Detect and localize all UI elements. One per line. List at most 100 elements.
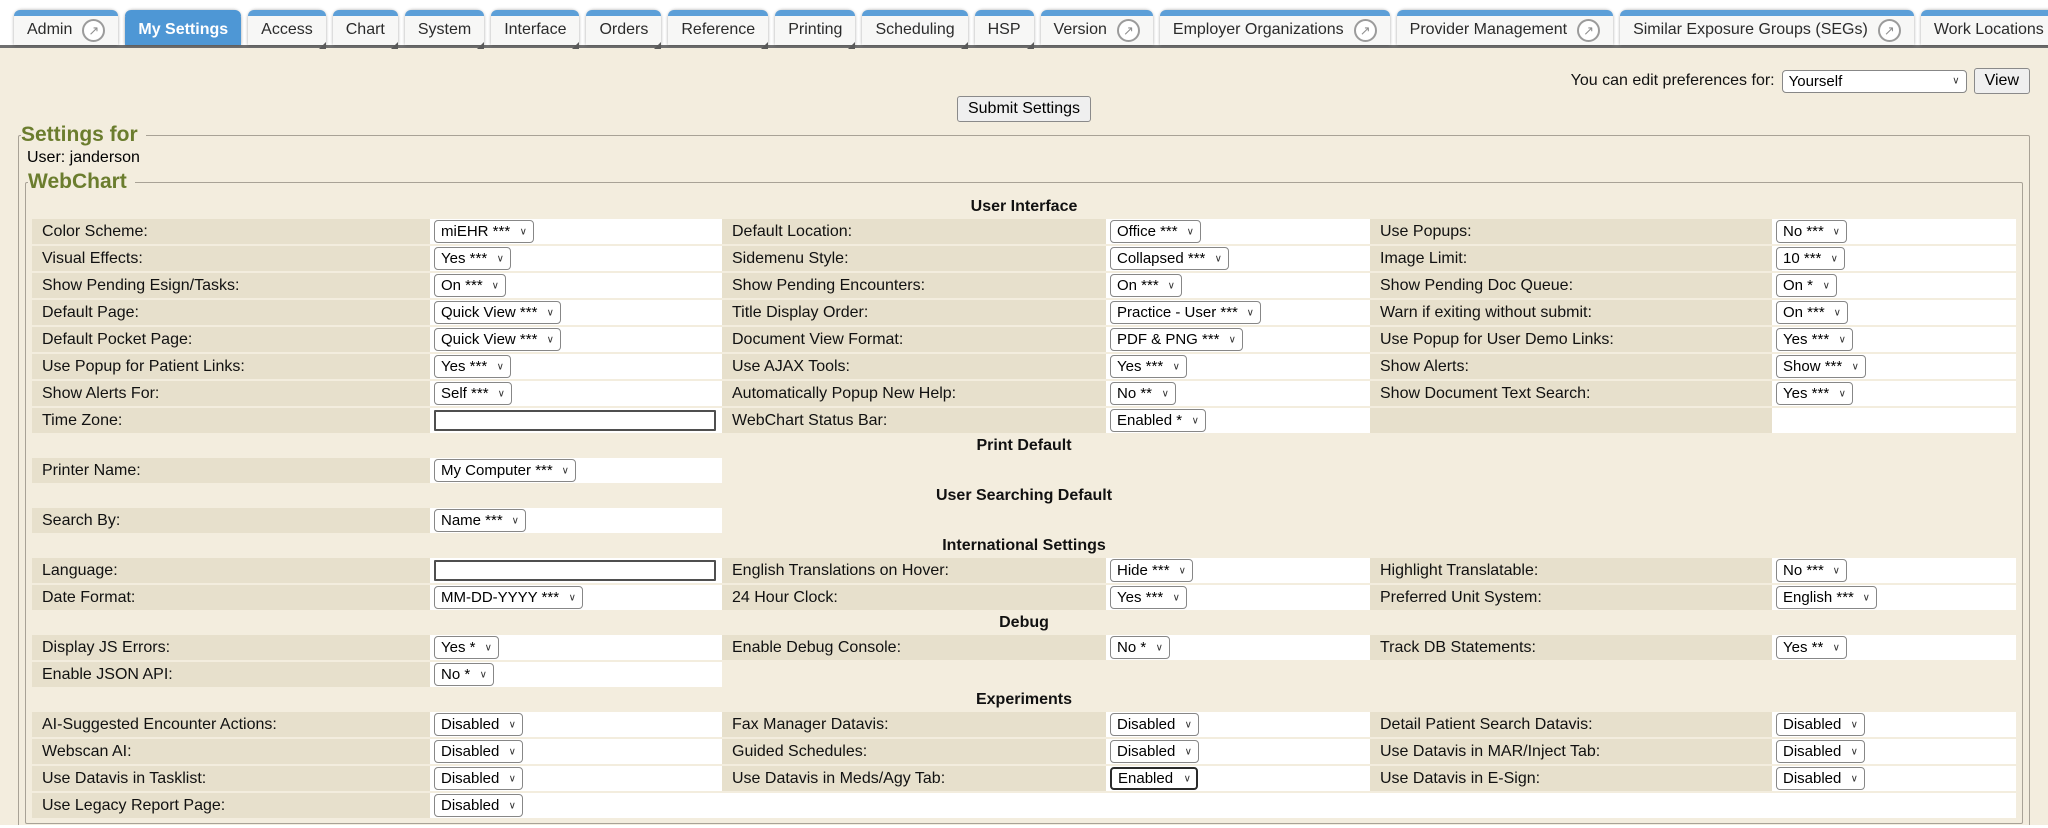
select-wrap: No ** [1110, 382, 1176, 405]
show-pending-encounters-select[interactable]: On *** [1110, 274, 1182, 297]
enable-json-api-select[interactable]: No * [434, 663, 494, 686]
setting-value-cell: 10 *** [1772, 246, 2016, 271]
automatically-popup-new-help-select[interactable]: No ** [1110, 382, 1176, 405]
use-datavis-in-tasklist-select[interactable]: Disabled [434, 767, 523, 790]
guided-schedules-select[interactable]: Disabled [1110, 740, 1199, 763]
setting-value-cell: My Computer *** [430, 458, 722, 483]
tab-admin[interactable]: Admin↗ [14, 10, 118, 45]
tab-chart[interactable]: Chart [333, 10, 398, 45]
ai-suggested-encounter-actions-select[interactable]: Disabled [434, 713, 523, 736]
tab-scheduling[interactable]: Scheduling [862, 10, 967, 45]
setting-label: Show Pending Esign/Tasks: [32, 273, 430, 298]
tab-my-settings[interactable]: My Settings [125, 10, 241, 45]
select-wrap: Quick View *** [434, 301, 561, 324]
english-translations-on-hover-select[interactable]: Hide *** [1110, 559, 1193, 582]
submenu-corner-icon [848, 42, 855, 49]
default-pocket-page-select[interactable]: Quick View *** [434, 328, 561, 351]
track-db-statements-select[interactable]: Yes ** [1776, 636, 1847, 659]
webchart-status-bar-select[interactable]: Enabled * [1110, 409, 1206, 432]
setting-row: Time Zone:WebChart Status Bar:Enabled * [32, 408, 2016, 433]
detail-patient-search-datavis-select[interactable]: Disabled [1776, 713, 1865, 736]
setting-label: Use AJAX Tools: [722, 354, 1106, 379]
webscan-ai-select[interactable]: Disabled [434, 740, 523, 763]
color-scheme-select[interactable]: miEHR *** [434, 220, 534, 243]
default-page-select[interactable]: Quick View *** [434, 301, 561, 324]
tab-version[interactable]: Version↗ [1041, 10, 1153, 45]
date-format-select[interactable]: MM-DD-YYYY *** [434, 586, 583, 609]
use-popup-for-patient-links-select[interactable]: Yes *** [434, 355, 511, 378]
tab-work-locations[interactable]: Work Locations↗ [1921, 10, 2048, 45]
setting-row: Date Format:MM-DD-YYYY *** 24 Hour Clock:… [32, 585, 2016, 610]
highlight-translatable-select[interactable]: No *** [1776, 559, 1847, 582]
use-datavis-in-e-sign-select[interactable]: Disabled [1776, 767, 1865, 790]
use-popups-select[interactable]: No *** [1776, 220, 1847, 243]
select-wrap: On *** [1776, 301, 1848, 324]
use-datavis-in-meds-agy-tab-select[interactable]: Enabled [1110, 767, 1198, 790]
show-pending-doc-queue-select[interactable]: On * [1776, 274, 1837, 297]
user-line: User: janderson [27, 149, 2023, 167]
warn-if-exiting-without-submit-select[interactable]: On *** [1776, 301, 1848, 324]
fax-manager-datavis-select[interactable]: Disabled [1110, 713, 1199, 736]
open-in-new-icon[interactable]: ↗ [1878, 19, 1901, 42]
open-in-new-icon[interactable]: ↗ [1354, 19, 1377, 42]
preferred-unit-system-select[interactable]: English *** [1776, 586, 1877, 609]
tab-hsp[interactable]: HSP [975, 10, 1034, 45]
open-in-new-icon[interactable]: ↗ [1577, 19, 1600, 42]
default-location-select[interactable]: Office *** [1110, 220, 1201, 243]
enable-debug-console-select[interactable]: No * [1110, 636, 1170, 659]
setting-row: Webscan AI:DisabledGuided Schedules:Disa… [32, 739, 2016, 764]
setting-value-cell: Yes *** [430, 246, 722, 271]
show-alerts-for-select[interactable]: Self *** [434, 382, 512, 405]
document-view-format-select[interactable]: PDF & PNG *** [1110, 328, 1243, 351]
image-limit-select[interactable]: 10 *** [1776, 247, 1845, 270]
use-popup-for-user-demo-links-select[interactable]: Yes *** [1776, 328, 1853, 351]
view-button[interactable]: View [1974, 68, 2030, 94]
setting-label: Warn if exiting without submit: [1370, 300, 1772, 325]
show-alerts-select[interactable]: Show *** [1776, 355, 1866, 378]
open-in-new-icon[interactable]: ↗ [82, 19, 105, 42]
tab-reference[interactable]: Reference [668, 10, 768, 45]
tab-provider-management[interactable]: Provider Management ↗ [1397, 10, 1613, 45]
setting-value-cell: Yes *** [1106, 585, 1370, 610]
setting-value-cell: Name *** [430, 508, 722, 533]
show-pending-esign-tasks-select[interactable]: On *** [434, 274, 506, 297]
use-ajax-tools-select[interactable]: Yes *** [1110, 355, 1187, 378]
tab-accent-bar [775, 10, 855, 16]
tab-accent-bar [862, 10, 967, 16]
setting-label: Date Format: [32, 585, 430, 610]
tab-similar-exposure-groups-segs[interactable]: Similar Exposure Groups (SEGs)↗ [1620, 10, 1914, 45]
setting-value-cell: Yes *** [1106, 354, 1370, 379]
setting-label: 24 Hour Clock: [722, 585, 1106, 610]
tab-printing[interactable]: Printing [775, 10, 855, 45]
time-zone-input[interactable] [434, 410, 716, 431]
use-datavis-in-mar-inject-tab-select[interactable]: Disabled [1776, 740, 1865, 763]
section-title: Experiments [32, 689, 2016, 710]
setting-label: Preferred Unit System: [1370, 585, 1772, 610]
tab-access[interactable]: Access [248, 10, 326, 45]
tab-system[interactable]: System [405, 10, 484, 45]
setting-label: Sidemenu Style: [722, 246, 1106, 271]
tab-label: Orders [599, 16, 648, 39]
select-wrap: English *** [1776, 586, 1877, 609]
language-input[interactable] [434, 560, 716, 581]
submenu-corner-icon [1027, 42, 1034, 49]
tab-label: Provider Management [1410, 16, 1567, 39]
printer-name-select[interactable]: My Computer *** [434, 459, 576, 482]
title-display-order-select[interactable]: Practice - User *** [1110, 301, 1261, 324]
select-wrap: Quick View *** [434, 328, 561, 351]
tab-employer-organizations[interactable]: Employer Organizations↗ [1160, 10, 1390, 45]
section-header-row: Debug [32, 612, 2016, 633]
24-hour-clock-select[interactable]: Yes *** [1110, 586, 1187, 609]
show-document-text-search-select[interactable]: Yes *** [1776, 382, 1853, 405]
tab-orders[interactable]: Orders [586, 10, 661, 45]
tab-interface[interactable]: Interface [491, 10, 579, 45]
search-by-select[interactable]: Name *** [434, 509, 526, 532]
submit-settings-button[interactable]: Submit Settings [957, 96, 1091, 122]
sidemenu-style-select[interactable]: Collapsed *** [1110, 247, 1229, 270]
webchart-legend: WebChart [28, 170, 135, 194]
open-in-new-icon[interactable]: ↗ [1117, 19, 1140, 42]
visual-effects-select[interactable]: Yes *** [434, 247, 511, 270]
display-js-errors-select[interactable]: Yes * [434, 636, 499, 659]
use-legacy-report-page-select[interactable]: Disabled [434, 794, 523, 817]
preferences-for-select[interactable]: Yourself [1782, 70, 1967, 93]
